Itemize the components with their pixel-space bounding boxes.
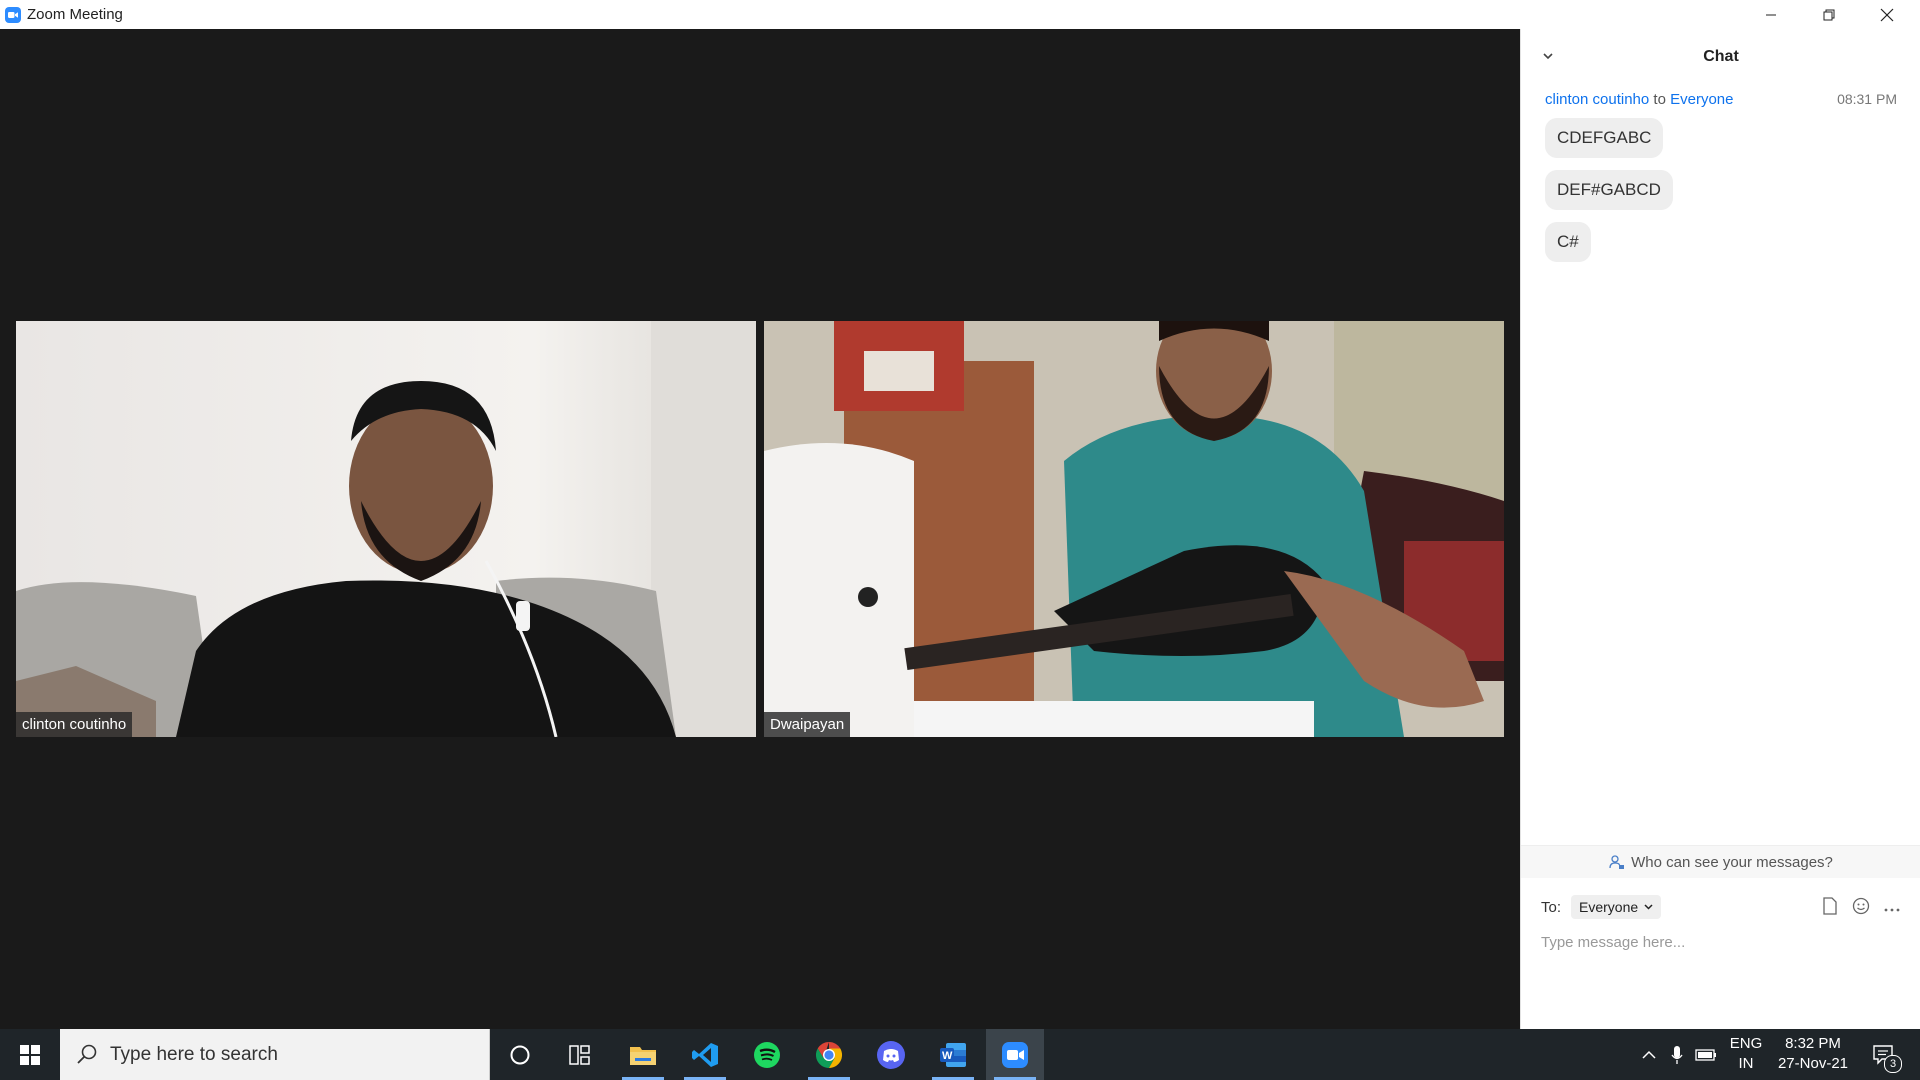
to-label: To: (1541, 898, 1562, 916)
vscode-icon[interactable] (676, 1029, 734, 1080)
window-titlebar: Zoom Meeting (0, 0, 1920, 30)
chevron-up-icon[interactable] (1638, 1029, 1660, 1080)
participant-video-feed (764, 321, 1504, 737)
language-code: ENG (1729, 1035, 1763, 1052)
chrome-icon[interactable] (800, 1029, 858, 1080)
emoji-icon[interactable] (1852, 897, 1870, 920)
participant-name-tag: clinton coutinho (16, 712, 133, 737)
chat-tools (1822, 897, 1900, 920)
chat-message[interactable]: DEF#GABCD (1545, 170, 1673, 210)
chevron-down-icon (1644, 901, 1653, 913)
message-to-word: to (1653, 91, 1666, 108)
privacy-prompt[interactable]: Who can see your messages? (1521, 845, 1920, 878)
system-clock[interactable]: 8:32 PM 27-Nov-21 (1768, 1034, 1858, 1074)
video-gallery: clinton coutinho Dwaipayan (0, 29, 1520, 1029)
svg-text:W: W (942, 1050, 953, 1062)
message-input[interactable] (1541, 931, 1901, 953)
discord-icon[interactable] (862, 1029, 920, 1080)
minimize-button[interactable] (1742, 0, 1800, 29)
restore-button[interactable] (1800, 0, 1858, 29)
chat-message[interactable]: C# (1545, 222, 1591, 262)
action-center-button[interactable]: 3 (1864, 1029, 1904, 1080)
spotify-icon[interactable] (738, 1029, 796, 1080)
clock-date: 27-Nov-21 (1777, 1055, 1849, 1072)
recipient-row: To: Everyone (1541, 895, 1662, 919)
chat-panel: Chat clinton coutinho to Everyone 08:31 … (1520, 29, 1920, 1029)
close-button[interactable] (1858, 0, 1916, 29)
search-placeholder: Type here to search (110, 1044, 278, 1065)
chat-title: Chat (1703, 48, 1739, 65)
recipient-select-value: Everyone (1579, 899, 1639, 915)
chat-message[interactable]: CDEFGABC (1545, 118, 1664, 158)
microphone-icon[interactable] (1666, 1029, 1688, 1080)
window-title: Zoom Meeting (27, 6, 123, 23)
windows-start-button[interactable] (0, 1029, 60, 1080)
more-options-icon[interactable] (1884, 900, 1900, 918)
participant-video-feed (16, 321, 756, 737)
privacy-prompt-text: Who can see your messages? (1631, 853, 1833, 871)
cortana-icon[interactable] (491, 1029, 549, 1080)
message-recipient[interactable]: Everyone (1670, 91, 1733, 108)
word-icon[interactable]: W (924, 1029, 982, 1080)
zoom-app-icon (5, 7, 21, 23)
file-explorer-icon[interactable] (614, 1029, 672, 1080)
recipient-select[interactable]: Everyone (1571, 895, 1662, 919)
clock-time: 8:32 PM (1785, 1035, 1841, 1052)
message-header: clinton coutinho to Everyone 08:31 PM (1545, 91, 1897, 108)
search-icon (77, 1044, 97, 1064)
taskbar-search-box[interactable]: Type here to search (60, 1029, 490, 1080)
language-region: IN (1738, 1055, 1754, 1072)
video-tile-participant-1[interactable]: clinton coutinho (16, 321, 756, 737)
windows-logo-icon (20, 1044, 40, 1065)
notification-count-badge: 3 (1884, 1055, 1902, 1073)
video-tile-participant-2[interactable]: Dwaipayan (764, 321, 1504, 737)
task-view-icon[interactable] (551, 1029, 609, 1080)
windows-taskbar: Type here to search W ENG IN 8:32 PM 27-… (0, 1029, 1920, 1080)
battery-icon[interactable] (1694, 1029, 1718, 1080)
language-indicator[interactable]: ENG IN (1726, 1034, 1766, 1074)
zoom-icon[interactable] (986, 1029, 1044, 1080)
message-sender[interactable]: clinton coutinho (1545, 91, 1649, 108)
participant-name-tag: Dwaipayan (764, 712, 851, 737)
message-time: 08:31 PM (1837, 91, 1897, 107)
file-icon[interactable] (1822, 897, 1838, 920)
user-lock-icon (1609, 855, 1625, 869)
